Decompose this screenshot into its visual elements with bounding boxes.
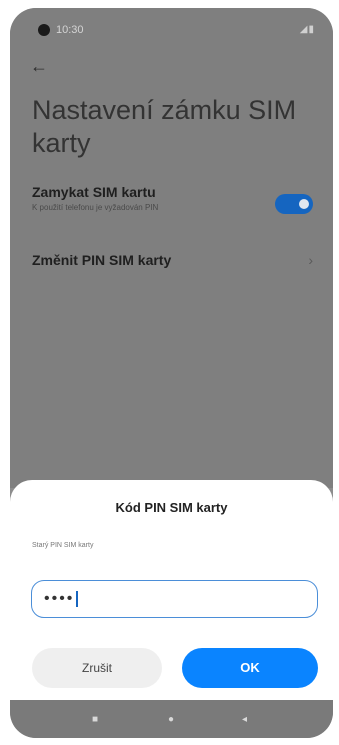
sim-lock-settings-page: 10:30 ◢▮ ← Nastavení zámku SIM karty Zam… xyxy=(10,8,333,488)
lock-sim-toggle[interactable] xyxy=(275,194,313,214)
dialog-title: Kód PIN SIM karty xyxy=(115,500,228,515)
change-pin-label: Změnit PIN SIM karty xyxy=(32,252,172,268)
recent-apps-icon[interactable]: ■ xyxy=(92,714,98,725)
change-pin-row[interactable]: Změnit PIN SIM karty › xyxy=(32,252,317,276)
status-bar: 10:30 ◢▮ xyxy=(10,8,333,48)
pin-value: •••• xyxy=(44,590,75,607)
ok-button[interactable]: OK xyxy=(182,648,318,688)
home-icon[interactable]: ● xyxy=(168,714,174,725)
navigation-bar: ■ ● ◂ xyxy=(10,700,333,738)
lock-sim-label: Zamykat SIM kartu xyxy=(32,184,156,200)
status-time: 10:30 xyxy=(56,24,84,36)
back-arrow-icon[interactable]: ← xyxy=(30,56,48,77)
lock-sim-row[interactable]: Zamykat SIM kartu K použití telefonu je … xyxy=(32,184,317,224)
toggle-knob xyxy=(299,199,309,209)
camera-hole xyxy=(38,24,50,36)
chevron-right-icon: › xyxy=(308,252,313,268)
text-caret xyxy=(76,590,79,607)
pin-dialog: Kód PIN SIM karty Starý PIN SIM karty ••… xyxy=(10,480,333,700)
signal-battery-icon: ◢▮ xyxy=(299,24,315,35)
phone-frame: 10:30 ◢▮ ← Nastavení zámku SIM karty Zam… xyxy=(0,0,339,745)
old-pin-label: Starý PIN SIM karty xyxy=(32,542,94,549)
screen: 10:30 ◢▮ ← Nastavení zámku SIM karty Zam… xyxy=(10,8,333,738)
page-title: Nastavení zámku SIM karty xyxy=(32,95,297,158)
pin-input[interactable]: •••• xyxy=(31,580,318,618)
nav-back-icon[interactable]: ◂ xyxy=(242,714,247,725)
cancel-button[interactable]: Zrušit xyxy=(32,648,162,688)
